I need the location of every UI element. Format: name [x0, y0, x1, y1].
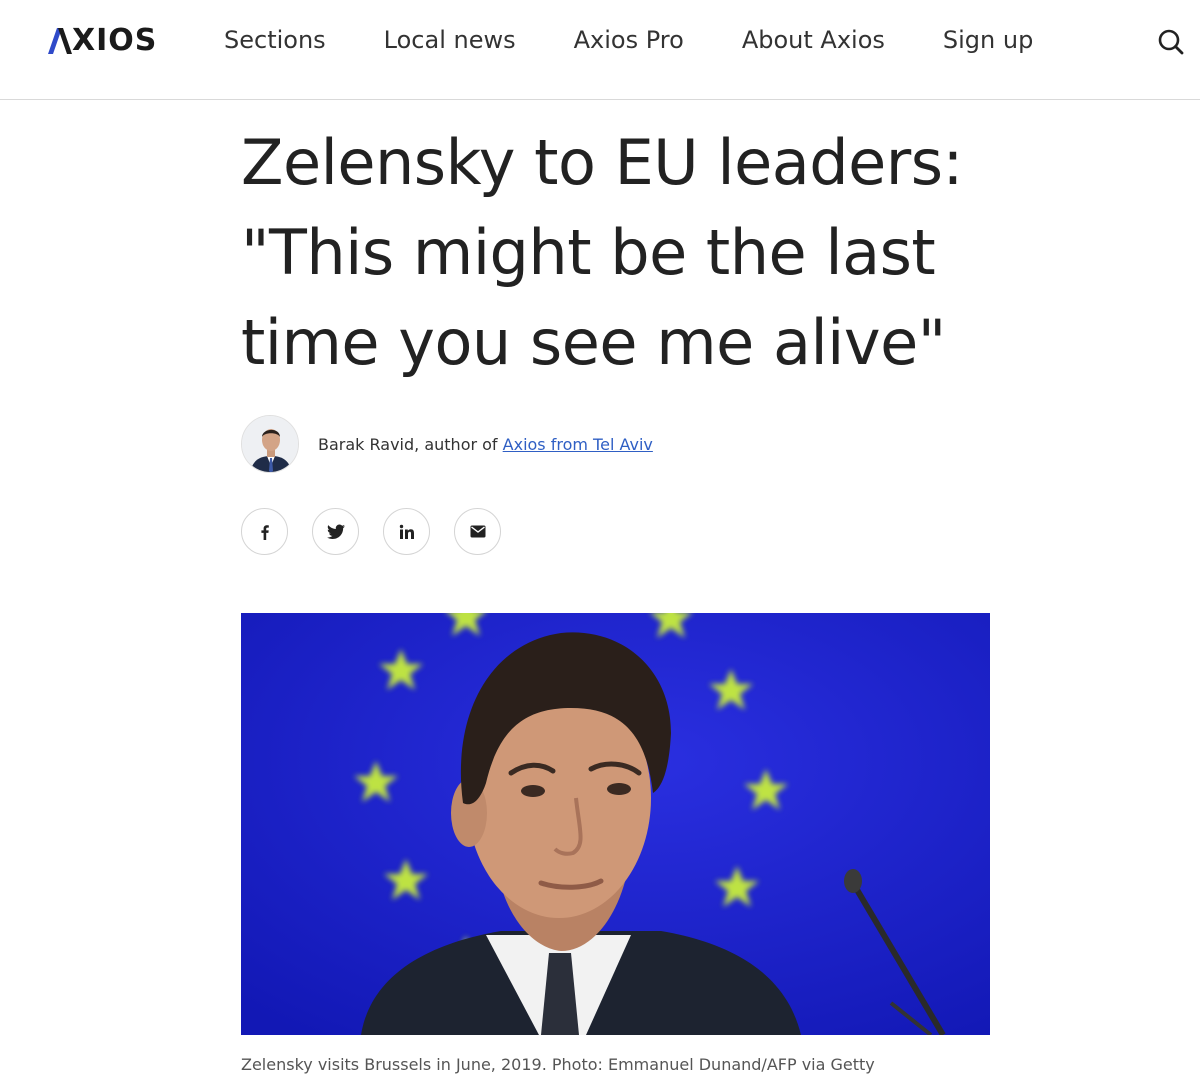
main-nav: Sections Local news Axios Pro About Axio…: [224, 22, 1091, 58]
hero-photo: [241, 613, 990, 1035]
share-email-button[interactable]: [454, 508, 501, 555]
axios-logo[interactable]: XIOS: [48, 26, 157, 56]
hero-caption: Zelensky visits Brussels in June, 2019. …: [241, 1055, 875, 1074]
search-icon: [1158, 29, 1184, 55]
newsletter-link[interactable]: Axios from Tel Aviv: [503, 435, 653, 454]
nav-sign-up[interactable]: Sign up: [943, 22, 1033, 58]
headline-line-2: "This might be the last: [241, 216, 936, 289]
byline-text: Barak Ravid, author of Axios from Tel Av…: [318, 435, 653, 454]
nav-about-axios[interactable]: About Axios: [742, 22, 885, 58]
headline-line-1: Zelensky to EU leaders:: [241, 126, 963, 199]
article-headline: Zelensky to EU leaders: "This might be t…: [241, 118, 1001, 388]
linkedin-icon: [399, 524, 414, 539]
axios-logo-text: XIOS: [72, 23, 158, 58]
nav-axios-pro[interactable]: Axios Pro: [574, 22, 684, 58]
headline-line-3: time you see me alive": [241, 306, 946, 379]
author-avatar[interactable]: [241, 415, 299, 473]
facebook-icon: [260, 524, 269, 540]
share-linkedin-button[interactable]: [383, 508, 430, 555]
share-twitter-button[interactable]: [312, 508, 359, 555]
nav-sections[interactable]: Sections: [224, 22, 326, 58]
byline: Barak Ravid, author of Axios from Tel Av…: [241, 414, 653, 474]
email-icon: [470, 525, 485, 538]
share-bar: [241, 508, 525, 555]
twitter-icon: [326, 524, 345, 539]
author-portrait: [242, 416, 298, 472]
author-name: Barak Ravid, author of: [318, 434, 503, 454]
hero-image: [241, 613, 990, 1035]
site-header: XIOS Sections Local news Axios Pro About…: [0, 0, 1200, 100]
search-button[interactable]: [1156, 27, 1186, 57]
nav-local-news[interactable]: Local news: [384, 22, 516, 58]
share-facebook-button[interactable]: [241, 508, 288, 555]
axios-logo-a-mark: [48, 28, 72, 54]
